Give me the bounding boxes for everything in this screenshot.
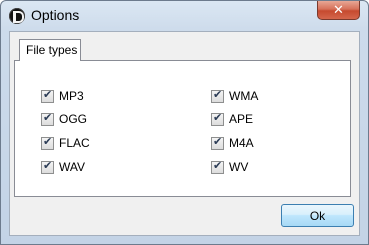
check-icon: ✔ [213,111,223,124]
checkbox-label: FLAC [59,136,90,150]
check-icon: ✔ [213,135,223,148]
checkbox-label: OGG [59,112,88,126]
window-title: Options [31,7,80,23]
checkbox-box[interactable]: ✔ [211,88,224,103]
check-icon: ✔ [213,159,223,172]
ok-button[interactable]: Ok [281,204,354,227]
checkbox-label: M4A [229,136,254,150]
check-icon: ✔ [43,135,53,148]
checkbox-box[interactable]: ✔ [41,88,54,103]
check-icon: ✔ [43,88,53,101]
tab-file-types-label: File types [26,43,78,57]
checkbox-label: WV [229,160,249,174]
checkbox-box[interactable]: ✔ [41,135,54,150]
options-dialog: Options ✕ File types ✔ MP3 ✔ OGG ✔ FLAC … [0,0,369,245]
check-icon: ✔ [43,159,53,172]
check-icon: ✔ [43,111,53,124]
checkbox-box[interactable]: ✔ [211,135,224,150]
title-bar[interactable]: Options ✕ [1,1,368,31]
checkbox-box[interactable]: ✔ [211,111,224,126]
app-icon [9,8,25,24]
app-logo-mark [13,11,24,23]
file-types-panel: ✔ MP3 ✔ OGG ✔ FLAC ✔ WAV ✔ WMA ✔ APE ✔ M… [14,60,351,197]
checkbox-label: APE [229,112,254,126]
dialog-content: File types ✔ MP3 ✔ OGG ✔ FLAC ✔ WAV ✔ WM… [9,31,360,236]
checkbox-box[interactable]: ✔ [211,159,224,174]
tab-file-types[interactable]: File types [19,39,81,61]
checkbox-label: WAV [59,160,85,174]
check-icon: ✔ [213,88,223,101]
checkbox-label: MP3 [59,89,84,103]
checkbox-box[interactable]: ✔ [41,159,54,174]
checkbox-label: WMA [229,89,259,103]
checkbox-box[interactable]: ✔ [41,111,54,126]
close-icon: ✕ [333,2,344,17]
close-button[interactable]: ✕ [317,1,360,20]
ok-button-label: Ok [309,209,326,223]
